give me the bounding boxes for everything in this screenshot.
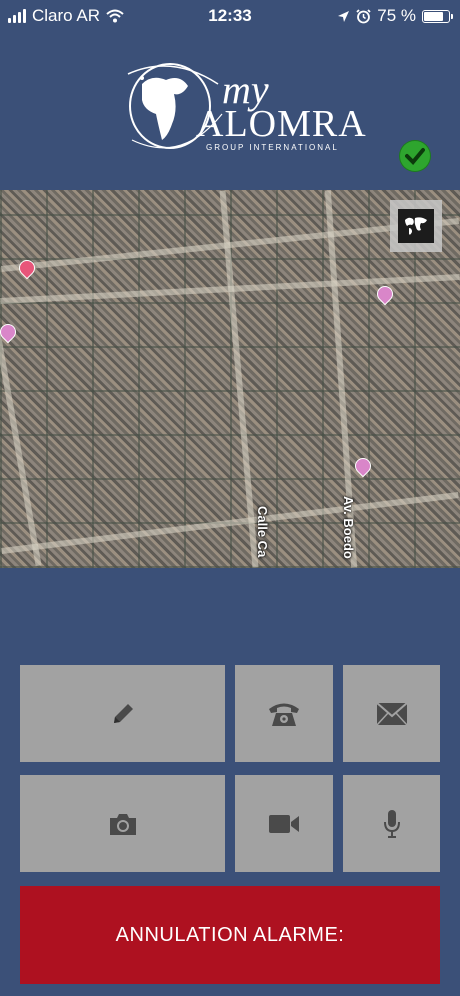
status-right: 75 % <box>337 6 453 26</box>
write-button[interactable] <box>20 665 225 762</box>
map-pin[interactable] <box>15 256 39 280</box>
street-label: Av. Boedo <box>341 496 356 559</box>
app-logo: my ALOMRA GROUP INTERNATIONAL <box>122 44 366 172</box>
video-button[interactable] <box>235 775 333 872</box>
email-button[interactable] <box>343 665 440 762</box>
photo-button[interactable] <box>20 775 225 872</box>
camera-icon <box>109 813 136 835</box>
call-button[interactable] <box>235 665 333 762</box>
map-road <box>1 491 459 555</box>
video-camera-icon <box>269 814 299 833</box>
logo-brand-text: ALOMRA <box>196 103 367 145</box>
pencil-icon <box>113 703 133 723</box>
microphone-icon <box>383 809 400 838</box>
status-bar: Claro AR 12:33 75 % <box>0 0 460 32</box>
map-pin[interactable] <box>373 282 397 306</box>
battery-icon <box>422 9 453 23</box>
telephone-icon <box>269 703 299 726</box>
map-pin[interactable] <box>351 454 375 478</box>
street-label: Calle Ca <box>255 506 270 558</box>
world-map-icon <box>398 209 434 243</box>
location-arrow-icon <box>338 10 350 22</box>
envelope-icon <box>375 701 408 726</box>
cancel-alarm-button[interactable]: ANNULATION ALARME: <box>20 886 440 984</box>
logo-subtitle: GROUP INTERNATIONAL <box>206 143 339 152</box>
battery-percent: 75 % <box>377 6 416 25</box>
check-circle-icon <box>400 141 430 171</box>
map-type-toggle-button[interactable] <box>390 200 442 252</box>
map-pin[interactable] <box>0 320 20 344</box>
alarm-clock-icon <box>356 8 371 23</box>
audio-button[interactable] <box>343 775 440 872</box>
